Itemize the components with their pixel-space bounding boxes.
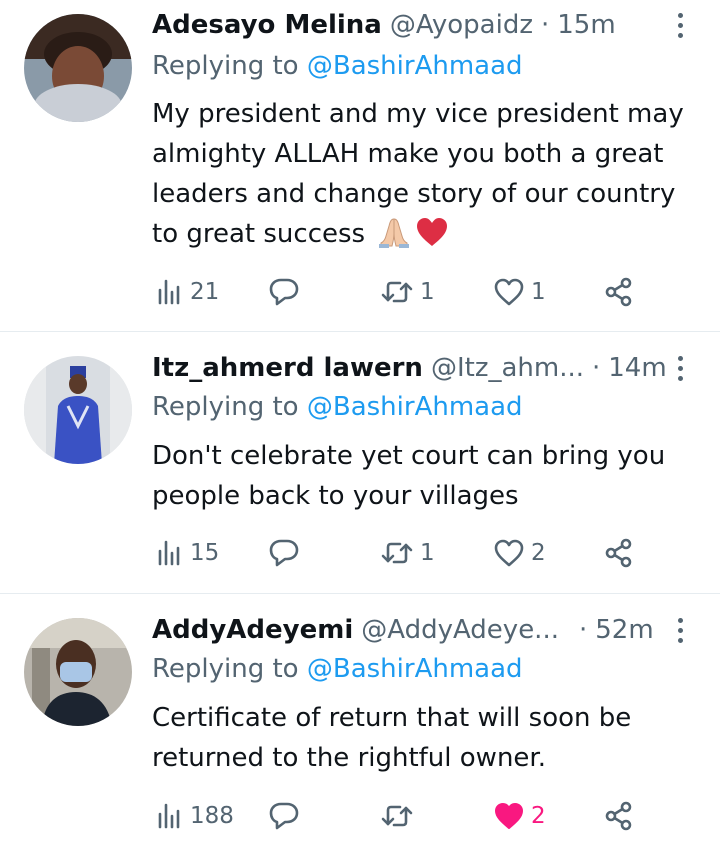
separator-dot: · bbox=[578, 615, 588, 645]
like-button[interactable]: 2 bbox=[493, 533, 546, 573]
mention-link[interactable]: @BashirAhmaad bbox=[307, 51, 523, 81]
reply-icon bbox=[269, 802, 299, 830]
tweet-header: Itz_ahmerd lawern @Itz_ahm... · 14m bbox=[152, 351, 674, 385]
views-count: 21 bbox=[190, 279, 220, 305]
retweet-icon bbox=[381, 542, 413, 564]
separator-dot: · bbox=[540, 10, 550, 40]
views-button[interactable]: 15 bbox=[156, 533, 219, 573]
likes-count: 1 bbox=[531, 279, 546, 305]
author-handle[interactable]: @Itz_ahm... bbox=[431, 353, 584, 383]
more-icon[interactable] bbox=[668, 8, 692, 42]
separator-dot: · bbox=[592, 353, 601, 383]
author-handle[interactable]: @Ayopaidz bbox=[390, 10, 533, 40]
views-count: 188 bbox=[190, 803, 234, 829]
timestamp[interactable]: 14m bbox=[608, 353, 666, 383]
share-icon bbox=[605, 801, 632, 831]
tweet-actions: 21 1 1 bbox=[152, 272, 642, 312]
reply-icon bbox=[269, 278, 299, 306]
replying-prefix: Replying to bbox=[152, 392, 299, 422]
folded-hands-emoji-icon bbox=[377, 216, 411, 260]
retweets-count: 1 bbox=[420, 279, 435, 305]
like-button[interactable]: 1 bbox=[493, 272, 546, 312]
tweet-header: Adesayo Melina @Ayopaidz · 15m bbox=[152, 8, 674, 42]
tweet-actions: 188 2 bbox=[152, 796, 642, 836]
tweet-text-content: Don't celebrate yet court can bring you … bbox=[152, 441, 666, 511]
likes-count: 2 bbox=[531, 540, 546, 566]
reply-button[interactable] bbox=[268, 272, 306, 312]
reply-icon bbox=[269, 539, 299, 567]
more-icon[interactable] bbox=[668, 613, 692, 647]
views-icon bbox=[158, 279, 180, 305]
replying-to: Replying to @BashirAhmaad bbox=[152, 51, 523, 81]
replying-prefix: Replying to bbox=[152, 654, 299, 684]
tweet-actions: 15 1 2 bbox=[152, 533, 642, 573]
retweet-button[interactable]: 1 bbox=[380, 272, 435, 312]
avatar[interactable] bbox=[24, 618, 132, 726]
mention-link[interactable]: @BashirAhmaad bbox=[307, 654, 523, 684]
retweet-button[interactable] bbox=[380, 796, 420, 836]
red-heart-emoji-icon bbox=[415, 216, 449, 260]
like-icon bbox=[494, 278, 524, 306]
retweet-icon bbox=[381, 281, 413, 303]
mention-link[interactable]: @BashirAhmaad bbox=[307, 392, 523, 422]
tweet-text: My president and my vice president may a… bbox=[152, 94, 697, 260]
replying-to: Replying to @BashirAhmaad bbox=[152, 392, 523, 422]
share-button[interactable] bbox=[604, 796, 634, 836]
reply-button[interactable] bbox=[268, 796, 306, 836]
like-icon bbox=[494, 539, 524, 567]
replying-prefix: Replying to bbox=[152, 51, 299, 81]
retweets-count: 1 bbox=[420, 540, 435, 566]
avatar[interactable] bbox=[24, 356, 132, 464]
replying-to: Replying to @BashirAhmaad bbox=[152, 654, 523, 684]
share-icon bbox=[605, 538, 632, 568]
tweet-text: Don't celebrate yet court can bring you … bbox=[152, 436, 697, 516]
like-icon bbox=[495, 803, 523, 829]
tweet[interactable]: AddyAdeyemi @AddyAdeye... · 52m Replying… bbox=[0, 594, 720, 849]
author-name[interactable]: Itz_ahmerd lawern bbox=[152, 353, 423, 383]
tweet[interactable]: Adesayo Melina @Ayopaidz · 15m Replying … bbox=[0, 0, 720, 332]
tweet-text: Certificate of return that will soon be … bbox=[152, 698, 697, 778]
views-button[interactable]: 21 bbox=[156, 272, 219, 312]
views-icon bbox=[158, 803, 180, 829]
retweet-button[interactable]: 1 bbox=[380, 533, 435, 573]
retweet-icon bbox=[381, 805, 413, 827]
avatar[interactable] bbox=[24, 14, 132, 122]
reply-button[interactable] bbox=[268, 533, 306, 573]
views-button[interactable]: 188 bbox=[156, 796, 234, 836]
share-button[interactable] bbox=[604, 533, 634, 573]
tweet-text-content: Certificate of return that will soon be … bbox=[152, 703, 632, 773]
author-handle[interactable]: @AddyAdeye... bbox=[361, 615, 559, 645]
views-count: 15 bbox=[190, 540, 220, 566]
timestamp[interactable]: 15m bbox=[557, 10, 615, 40]
tweet-header: AddyAdeyemi @AddyAdeye... · 52m bbox=[152, 613, 674, 647]
tweet[interactable]: Itz_ahmerd lawern @Itz_ahm... · 14m Repl… bbox=[0, 332, 720, 593]
timestamp[interactable]: 52m bbox=[595, 615, 653, 645]
views-icon bbox=[158, 540, 180, 566]
like-button[interactable]: 2 bbox=[493, 796, 546, 836]
author-name[interactable]: AddyAdeyemi bbox=[152, 615, 353, 645]
author-name[interactable]: Adesayo Melina bbox=[152, 10, 382, 40]
likes-count: 2 bbox=[531, 803, 546, 829]
more-icon[interactable] bbox=[668, 351, 692, 385]
share-icon bbox=[605, 277, 632, 307]
share-button[interactable] bbox=[604, 272, 634, 312]
